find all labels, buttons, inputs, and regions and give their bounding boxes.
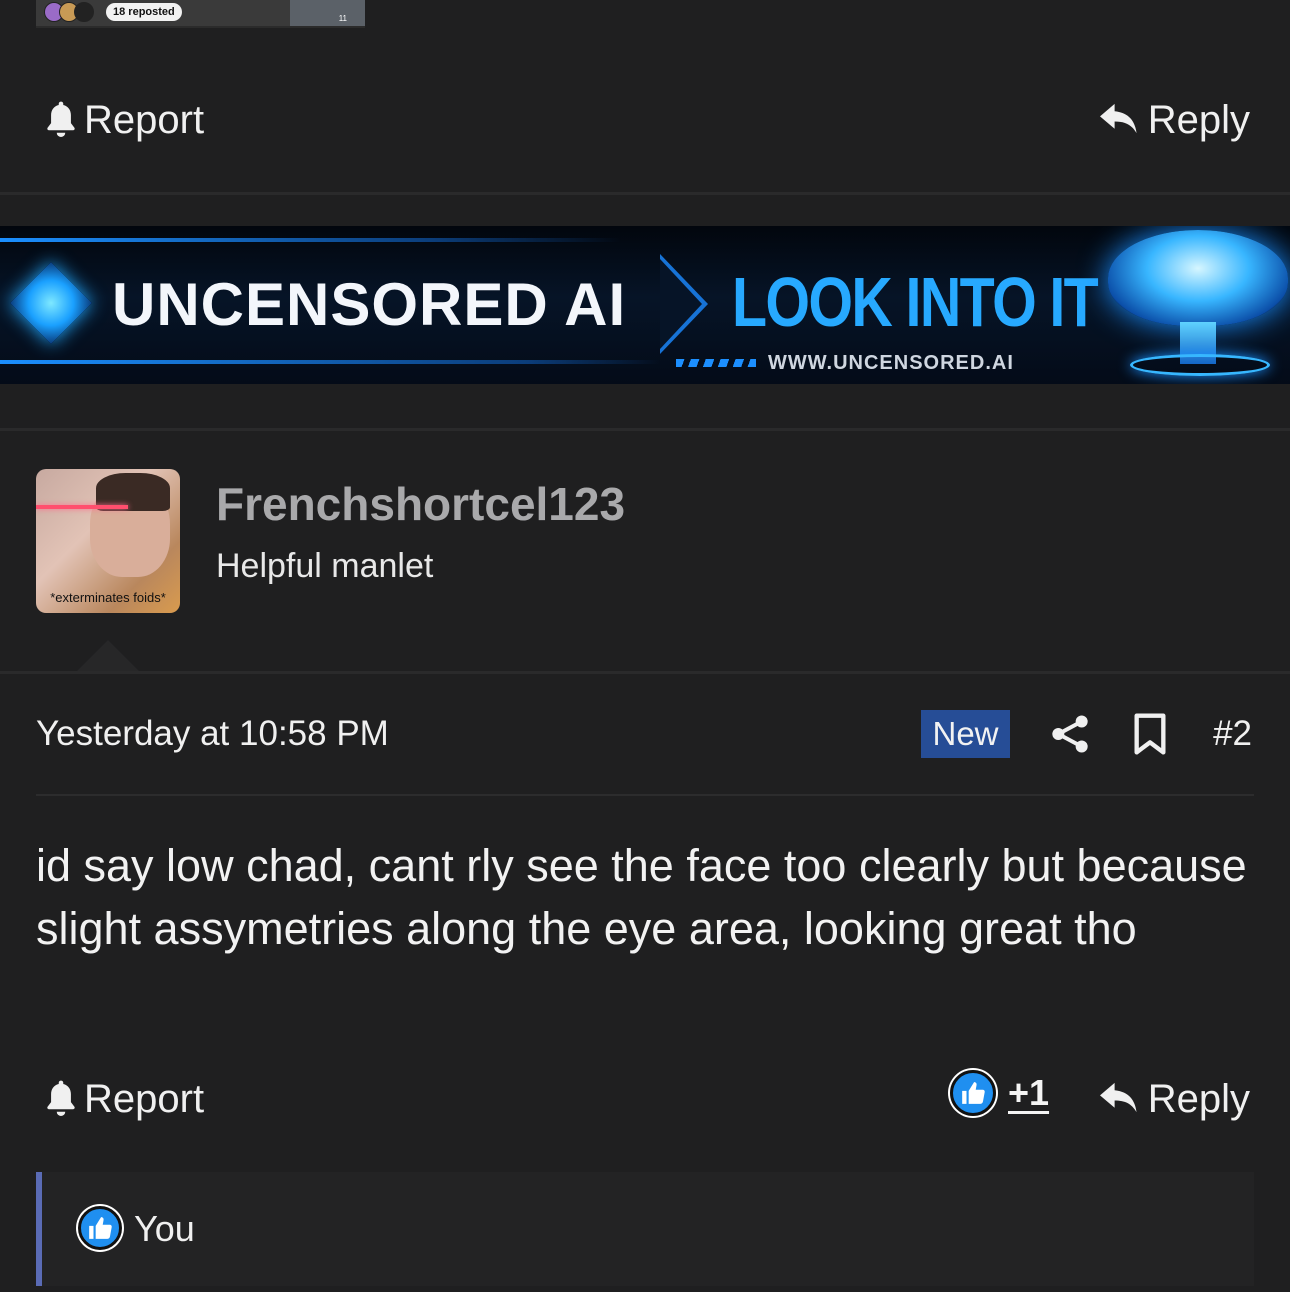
reposted-pill: 18 reposted [106,3,182,21]
reactor-name[interactable]: You [134,1208,195,1250]
post-caret [76,640,140,672]
report-button[interactable]: Report [44,1069,204,1129]
thumbs-up-icon [78,1206,122,1250]
report-label: Report [84,97,205,142]
reply-arrow-icon [1099,1082,1137,1113]
user-title: Helpful manlet [216,547,434,585]
bookmark-icon[interactable] [1130,712,1170,756]
banner-line [0,360,660,364]
post-actions: Report Reply [0,90,1290,150]
divider [0,428,1290,431]
username[interactable]: Frenchshortcel123 [216,477,625,531]
post-meta: Yesterday at 10:58 PM New #2 [0,706,1290,762]
bell-icon [47,1080,75,1116]
reaction-count[interactable]: +1 [1008,1072,1049,1114]
attachment-thumbnail[interactable]: 18 reposted 11 [36,0,365,28]
mini-avatar [74,2,94,22]
reactions-list[interactable]: You [36,1172,1254,1286]
reply-button[interactable]: Reply [1099,1069,1250,1129]
banner-stripes [676,359,756,367]
banner-headline: UNCENSORED AI [112,271,627,338]
divider [0,192,1290,195]
banner-line [0,238,620,242]
bell-icon [47,101,75,137]
post-timestamp[interactable]: Yesterday at 10:58 PM [36,714,389,754]
brain-base [1130,354,1270,376]
post-body: id say low chad, cant rly see the face t… [36,840,1247,954]
reply-label: Reply [1147,1076,1250,1121]
banner-url: WWW.UNCENSORED.AI [768,352,1014,374]
report-button[interactable]: Report [44,90,204,150]
post-actions: Report Reply [0,1069,1290,1129]
avatar-caption: *exterminates foids* [50,590,166,605]
reply-label: Reply [1147,97,1250,142]
banner-cta: LOOK INTO IT [732,263,1099,341]
divider [36,794,1254,796]
bookmark-icon: 11 [290,0,365,26]
chevron-inner [660,259,702,349]
avatar[interactable]: *exterminates foids* [36,469,180,613]
brain-icon [1108,230,1288,326]
post-author: *exterminates foids* Frenchshortcel123 H… [0,433,1290,672]
reply-arrow-icon [1099,103,1137,134]
thumbs-up-icon [950,1070,996,1116]
bookmark-count: 11 [338,14,347,23]
new-badge: New [921,710,1010,758]
post-number[interactable]: #2 [1213,714,1252,754]
share-icon[interactable] [1050,712,1090,756]
divider [0,671,1290,674]
chip-icon [9,261,93,345]
avatar-laser [36,505,128,509]
reply-button[interactable]: Reply [1099,90,1250,150]
report-label: Report [84,1076,205,1121]
reposted-avatars [44,2,94,22]
ad-banner[interactable]: UNCENSORED AI LOOK INTO IT WWW.UNCENSORE… [0,226,1290,384]
reaction-summary: +1 [950,1070,1049,1116]
